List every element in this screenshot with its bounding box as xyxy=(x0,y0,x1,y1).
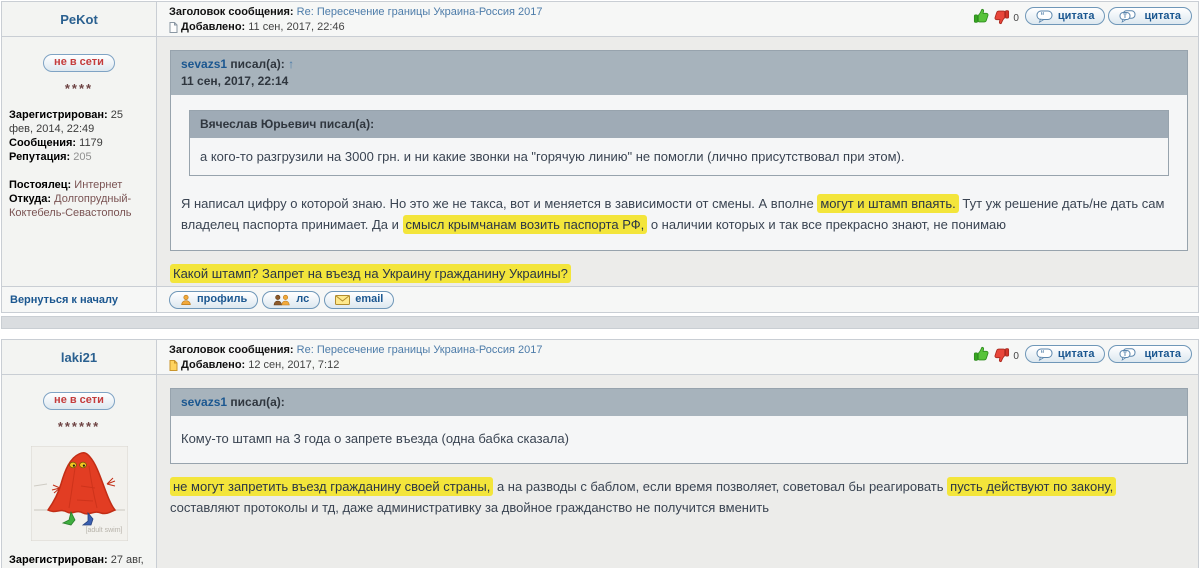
quote-author-link[interactable]: sevazs1 xyxy=(181,57,227,71)
quote-jump-arrow-icon[interactable]: ↑ xyxy=(288,57,294,71)
svg-text:T: T xyxy=(1123,351,1127,358)
subject-line: Заголовок сообщения: Re: Пересечение гра… xyxy=(169,343,542,358)
post-2-profile-cell: не в сети ****** [adult swim] Зарегистри… xyxy=(2,375,157,568)
quote-body: Кому-то штамп на 3 года о запрете въезда… xyxy=(171,416,1187,463)
quote-body: Вячеслав Юрьевич писал(а): а кого-то раз… xyxy=(171,95,1187,250)
full-quote-button[interactable]: T цитата xyxy=(1108,7,1192,25)
post-2: laki21 Заголовок сообщения: Re: Пересече… xyxy=(1,339,1199,568)
quote-author-link[interactable]: sevazs1 xyxy=(181,395,227,409)
back-to-top-cell: Вернуться к началу xyxy=(2,287,157,312)
highlighted-text: не могут запретить въезд гражданину свое… xyxy=(170,477,494,496)
quote-block: sevazs1 писал(а): Кому-то штамп на 3 год… xyxy=(170,388,1188,464)
subject-line: Заголовок сообщения: Re: Пересечение гра… xyxy=(169,5,542,20)
nested-quote-block: Вячеслав Юрьевич писал(а): а кого-то раз… xyxy=(189,110,1169,176)
post-1-footer-row: Вернуться к началу профиль лс email xyxy=(2,286,1198,312)
rank-stars: ****** xyxy=(57,418,101,434)
highlighted-text: могут и штамп впаять. xyxy=(817,194,959,213)
quote-header: sevazs1 писал(а): ↑ 11 сен, 2017, 22:14 xyxy=(171,51,1187,95)
svg-text:“: “ xyxy=(1040,349,1044,358)
post-2-message-text: не могут запретить въезд гражданину свое… xyxy=(170,476,1188,518)
thumbs-down-icon[interactable] xyxy=(993,8,1010,25)
added-label: Добавлено: xyxy=(181,359,246,371)
post-2-content: sevazs1 писал(а): Кому-то штамп на 3 год… xyxy=(157,375,1198,568)
added-line: Добавлено: 11 сен, 2017, 22:46 xyxy=(169,20,542,35)
quote-button[interactable]: “ цитата xyxy=(1024,345,1106,363)
highlighted-text: Какой штамп? Запрет на въезд на Украину … xyxy=(170,264,571,283)
post-2-subject-cell: Заголовок сообщения: Re: Пересечение гра… xyxy=(157,340,1198,374)
likes-count: 0 xyxy=(1013,13,1019,24)
nested-quote-header: Вячеслав Юрьевич писал(а): xyxy=(190,111,1168,138)
email-button[interactable]: email xyxy=(324,290,395,309)
subject-link[interactable]: Re: Пересечение границы Украина-Россия 2… xyxy=(297,6,543,18)
post-1-author-cell: PeKot xyxy=(2,2,157,36)
post-1-message-text: Какой штамп? Запрет на въезд на Украину … xyxy=(170,263,1188,284)
quoted-message-text: Я написал цифру о которой знаю. Но это ж… xyxy=(181,194,1165,234)
post-1-subject-block: Заголовок сообщения: Re: Пересечение гра… xyxy=(169,5,542,35)
quote-block: sevazs1 писал(а): ↑ 11 сен, 2017, 22:14 … xyxy=(170,50,1188,251)
username-link[interactable]: PeKot xyxy=(60,12,98,27)
post-1: PeKot Заголовок сообщения: Re: Пересечен… xyxy=(1,1,1199,313)
quote-button[interactable]: “ цитата xyxy=(1024,7,1106,25)
full-quote-button[interactable]: T цитата xyxy=(1108,345,1192,363)
added-line: Добавлено: 12 сен, 2017, 7:12 xyxy=(169,358,542,373)
post-1-footer-buttons: профиль лс email xyxy=(157,290,1198,309)
added-label: Добавлено: xyxy=(181,21,246,33)
profile-button[interactable]: профиль xyxy=(169,290,259,309)
avatar-watermark-text: [adult swim] xyxy=(85,526,123,534)
svg-text:T: T xyxy=(1123,13,1127,20)
added-datetime: 12 сен, 2017, 7:12 xyxy=(248,359,340,371)
thumbs-down-icon[interactable] xyxy=(993,346,1010,363)
post-1-body-row: не в сети **** Зарегистрирован: 25 фев, … xyxy=(2,36,1198,286)
user-icon xyxy=(181,294,191,305)
svg-text:“: “ xyxy=(1040,11,1044,20)
post-1-header-row: PeKot Заголовок сообщения: Re: Пересечен… xyxy=(2,2,1198,36)
likes-count: 0 xyxy=(1013,351,1019,362)
highlighted-text: смысл крымчанам возить паспорта РФ, xyxy=(402,215,648,234)
added-datetime: 11 сен, 2017, 22:46 xyxy=(248,21,345,33)
post-2-actions: 0 “ цитата T цитата xyxy=(973,343,1192,363)
profile-info: Зарегистрирован: 25 фев, 2014, 22:49 Соо… xyxy=(9,108,132,219)
online-status-button[interactable]: не в сети xyxy=(43,53,115,72)
rank-stars: **** xyxy=(64,80,94,96)
quote-text-bubble-icon: T xyxy=(1119,347,1136,361)
quote-bubble-icon: “ xyxy=(1036,348,1053,361)
post-1-content: sevazs1 писал(а): ↑ 11 сен, 2017, 22:14 … xyxy=(157,37,1198,286)
profile-info: Зарегистрирован: 27 авг, 2008, 11:08 Соо… xyxy=(9,553,144,568)
highlighted-text: пусть действуют по закону, xyxy=(947,477,1117,496)
thumbs-up-icon[interactable] xyxy=(973,8,990,25)
quote-text-bubble-icon: T xyxy=(1119,9,1136,23)
nested-quote-text: а кого-то разгрузили на 3000 грн. и ни к… xyxy=(190,138,1168,175)
post-2-subject-block: Заголовок сообщения: Re: Пересечение гра… xyxy=(169,343,542,373)
thumbs-up-icon[interactable] xyxy=(973,346,990,363)
online-status-button[interactable]: не в сети xyxy=(43,391,115,410)
quote-header: sevazs1 писал(а): xyxy=(171,389,1187,416)
private-message-button[interactable]: лс xyxy=(262,290,321,309)
back-to-top-link[interactable]: Вернуться к началу xyxy=(10,294,118,306)
post-1-actions: 0 “ цитата T цитата xyxy=(973,5,1192,25)
two-users-icon xyxy=(273,294,290,305)
post-2-body-row: не в сети ****** [adult swim] Зарегистри… xyxy=(2,374,1198,568)
forum-thread-view: PeKot Заголовок сообщения: Re: Пересечен… xyxy=(1,1,1199,568)
subject-label: Заголовок сообщения: xyxy=(169,6,294,18)
subject-link[interactable]: Re: Пересечение границы Украина-Россия 2… xyxy=(297,344,543,356)
post-separator xyxy=(1,316,1199,329)
avatar: [adult swim] xyxy=(30,445,128,541)
post-2-header-row: laki21 Заголовок сообщения: Re: Пересече… xyxy=(2,340,1198,374)
subject-label: Заголовок сообщения: xyxy=(169,344,294,356)
username-link[interactable]: laki21 xyxy=(61,350,97,365)
quote-bubble-icon: “ xyxy=(1036,10,1053,23)
post-1-subject-cell: Заголовок сообщения: Re: Пересечение гра… xyxy=(157,2,1198,36)
new-page-icon xyxy=(169,360,178,371)
page-icon xyxy=(169,22,178,33)
quote-date: 11 сен, 2017, 22:14 xyxy=(181,74,289,88)
post-2-author-cell: laki21 xyxy=(2,340,157,374)
envelope-icon xyxy=(335,294,351,305)
post-1-profile-cell: не в сети **** Зарегистрирован: 25 фев, … xyxy=(2,37,157,286)
